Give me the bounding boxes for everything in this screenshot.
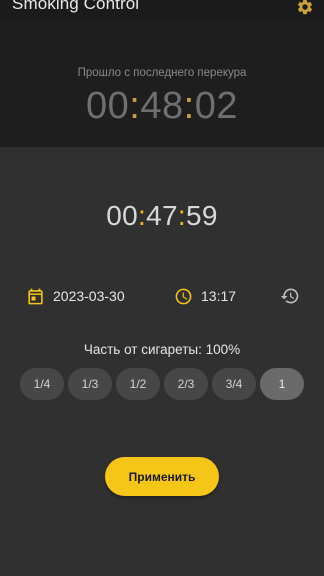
calendar-icon [28, 288, 43, 304]
fraction-label: Часть от сигареты: 100% [83, 342, 241, 357]
fraction-chip[interactable]: 1/3 [68, 368, 112, 400]
history-icon [280, 288, 299, 304]
fraction-chip[interactable]: 1/2 [116, 368, 160, 400]
time-picker[interactable]: 13:17 [174, 283, 236, 309]
app-title: Smoking Control [12, 0, 140, 13]
app-bar: Smoking Control [0, 0, 324, 22]
settings-button[interactable] [294, 0, 316, 18]
elapsed-timer: 00:48:02 [0, 85, 324, 128]
gear-icon [298, 0, 312, 15]
date-picker[interactable]: 2023-03-30 [26, 283, 125, 309]
entry-hours: 00 [106, 200, 139, 231]
fraction-chips: 1/4 1/3 1/2 2/3 3/4 1 [20, 368, 305, 400]
entry-panel: 00:47:59 2023-03-30 13:17 Часть от сигар… [0, 147, 324, 576]
elapsed-panel: Прошло с последнего перекура 00:48:02 [0, 22, 324, 147]
timer-separator: : [138, 200, 147, 231]
date-time-row: 2023-03-30 13:17 [0, 283, 324, 309]
timer-separator: : [177, 200, 186, 231]
fraction-chip[interactable]: 3/4 [212, 368, 256, 400]
fraction-chip[interactable]: 2/3 [164, 368, 208, 400]
timer-separator: : [129, 85, 141, 127]
clock-icon [175, 288, 192, 304]
timer-separator: : [183, 85, 195, 127]
date-value: 2023-03-30 [53, 288, 125, 304]
elapsed-hours: 00 [86, 85, 130, 127]
entry-seconds: 59 [185, 200, 218, 231]
elapsed-seconds: 02 [194, 85, 238, 127]
time-value: 13:17 [201, 288, 237, 304]
elapsed-caption: Прошло с последнего перекура [77, 67, 247, 79]
reset-time-button[interactable] [279, 285, 301, 307]
elapsed-minutes: 48 [140, 85, 184, 127]
fraction-chip[interactable]: 1/4 [20, 368, 64, 400]
apply-button[interactable]: Применить [105, 457, 219, 496]
entry-minutes: 47 [146, 200, 178, 231]
fraction-chip[interactable]: 1 [260, 368, 304, 400]
entry-timer: 00:47:59 [0, 200, 324, 232]
